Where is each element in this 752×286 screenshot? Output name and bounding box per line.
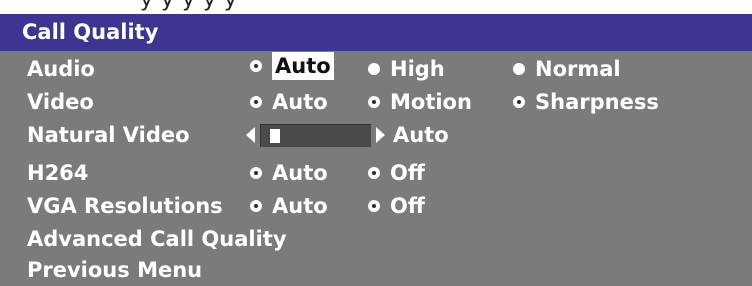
call-quality-menu: y y y y y Call Quality Audio Auto High N… [0, 0, 752, 286]
video-option-auto[interactable]: Auto [250, 85, 328, 119]
audio-option-normal[interactable]: Normal [513, 52, 621, 86]
decrease-arrow-icon[interactable] [246, 127, 255, 143]
video-option-auto-label: Auto [272, 90, 328, 114]
h264-row: H264 Auto Off [0, 156, 752, 190]
vga-option-off[interactable]: Off [368, 189, 425, 223]
menu-title: Call Quality [0, 14, 752, 51]
top-strip: y y y y y [0, 0, 752, 14]
cut-off-text: y y y y y [140, 0, 238, 12]
audio-option-auto-label: Auto [272, 52, 334, 80]
radio-selected-icon [368, 96, 380, 108]
audio-option-auto[interactable]: Auto [250, 52, 334, 80]
video-option-motion-label: Motion [390, 90, 472, 114]
radio-selected-icon [250, 200, 262, 212]
vga-option-off-label: Off [390, 194, 425, 218]
increase-arrow-icon[interactable] [376, 127, 385, 143]
vga-option-auto[interactable]: Auto [250, 189, 328, 223]
slider-thumb[interactable] [270, 128, 280, 143]
natural-video-value: Auto [393, 123, 449, 147]
radio-selected-icon [513, 96, 525, 108]
radio-selected-icon [368, 200, 380, 212]
h264-label: H264 [27, 161, 89, 185]
radio-icon [513, 63, 525, 75]
video-row: Video Auto Motion Sharpness [0, 85, 752, 119]
slider-track[interactable] [260, 123, 371, 147]
video-option-sharpness-label: Sharpness [535, 90, 659, 114]
natural-video-label: Natural Video [27, 123, 190, 147]
video-label: Video [27, 90, 94, 114]
audio-option-high-label: High [390, 57, 445, 81]
advanced-call-quality-item[interactable]: Advanced Call Quality [27, 222, 287, 256]
audio-row: Audio Auto High Normal [0, 52, 752, 86]
vga-option-auto-label: Auto [272, 194, 328, 218]
audio-label: Audio [27, 57, 95, 81]
previous-menu-item[interactable]: Previous Menu [27, 253, 202, 286]
advanced-row: Advanced Call Quality [0, 222, 752, 256]
h264-option-off-label: Off [390, 161, 425, 185]
radio-icon [368, 63, 380, 75]
vga-label: VGA Resolutions [27, 194, 223, 218]
vga-row: VGA Resolutions Auto Off [0, 189, 752, 223]
radio-selected-icon [250, 96, 262, 108]
previous-row: Previous Menu [0, 253, 752, 286]
audio-option-high[interactable]: High [368, 52, 445, 86]
natural-video-slider[interactable]: Auto [246, 118, 449, 152]
video-option-sharpness[interactable]: Sharpness [513, 85, 659, 119]
audio-option-normal-label: Normal [535, 57, 621, 81]
radio-selected-icon [368, 167, 380, 179]
h264-option-auto[interactable]: Auto [250, 156, 328, 190]
video-option-motion[interactable]: Motion [368, 85, 472, 119]
h264-option-off[interactable]: Off [368, 156, 425, 190]
radio-selected-icon [250, 167, 262, 179]
radio-selected-icon [250, 60, 262, 72]
natural-video-row: Natural Video Auto [0, 118, 752, 152]
h264-option-auto-label: Auto [272, 161, 328, 185]
